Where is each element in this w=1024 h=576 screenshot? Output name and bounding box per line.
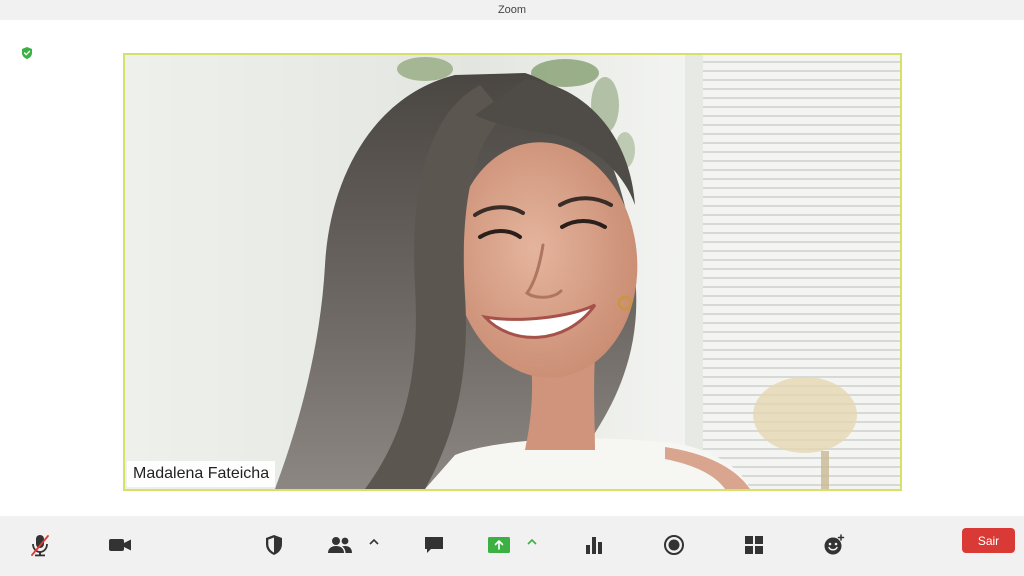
record-icon bbox=[663, 534, 685, 556]
security-button[interactable] bbox=[263, 531, 285, 559]
video-camera-icon bbox=[108, 533, 132, 557]
leave-meeting-button[interactable]: Sair bbox=[962, 528, 1015, 553]
polls-button[interactable] bbox=[584, 531, 604, 559]
window-title-bar: Zoom bbox=[0, 0, 1024, 20]
participant-video-tile[interactable]: Madalena Fateicha bbox=[123, 53, 902, 491]
share-screen-icon bbox=[488, 536, 510, 554]
participants-icon bbox=[327, 533, 353, 557]
chevron-up-icon bbox=[527, 533, 537, 551]
meeting-toolbar bbox=[0, 516, 1024, 576]
window-title: Zoom bbox=[497, 4, 527, 16]
bar-chart-icon bbox=[584, 534, 604, 556]
reactions-button[interactable] bbox=[823, 531, 845, 559]
participant-name-label: Madalena Fateicha bbox=[127, 461, 276, 487]
apps-grid-icon bbox=[744, 535, 764, 555]
share-screen-button[interactable] bbox=[488, 531, 510, 559]
shield-check-icon[interactable] bbox=[20, 46, 34, 60]
apps-button[interactable] bbox=[744, 531, 764, 559]
chevron-up-icon bbox=[369, 533, 379, 551]
participants-options-caret[interactable] bbox=[367, 532, 381, 552]
share-screen-options-caret[interactable] bbox=[525, 532, 539, 552]
reaction-emoji-icon bbox=[823, 534, 845, 556]
participants-button[interactable] bbox=[327, 531, 353, 559]
participant-video-feed bbox=[125, 55, 900, 489]
chat-button[interactable] bbox=[423, 531, 445, 559]
video-button[interactable] bbox=[108, 531, 132, 559]
record-button[interactable] bbox=[663, 531, 685, 559]
mute-button[interactable] bbox=[28, 531, 52, 559]
chat-bubble-icon bbox=[423, 534, 445, 556]
microphone-muted-icon bbox=[29, 533, 51, 557]
shield-icon bbox=[264, 533, 284, 557]
